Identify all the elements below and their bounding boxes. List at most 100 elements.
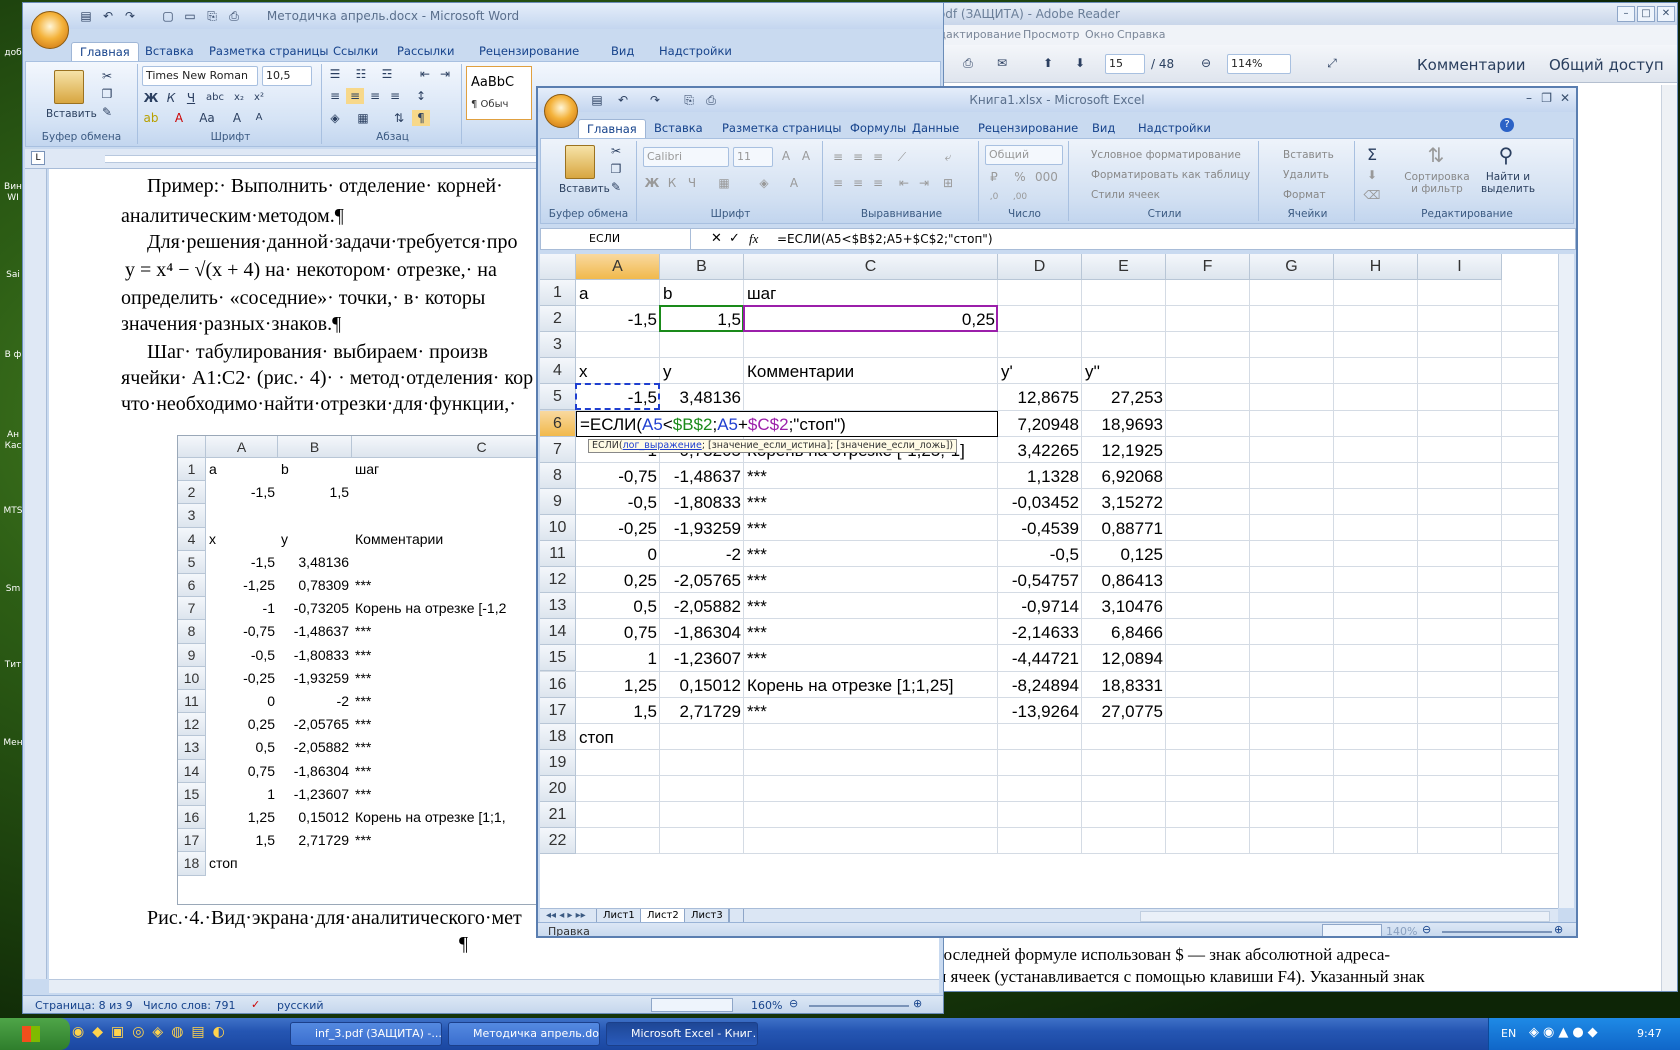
bold-icon[interactable]: Ж bbox=[643, 175, 661, 191]
worksheet-cell[interactable]: *** bbox=[747, 519, 995, 539]
worksheet-cell[interactable]: 2,71729 bbox=[663, 702, 741, 722]
worksheet-cell[interactable]: 0,75 bbox=[579, 623, 657, 643]
worksheet-cell[interactable]: *** bbox=[747, 597, 995, 617]
desktop-icon[interactable]: Ан Кас bbox=[2, 430, 24, 452]
copy-icon[interactable]: ❐ bbox=[98, 86, 116, 102]
print-icon[interactable]: ⎙ bbox=[959, 55, 977, 71]
view-buttons[interactable] bbox=[1322, 924, 1382, 936]
worksheet-cell[interactable]: 6,8466 bbox=[1085, 623, 1163, 643]
row-header[interactable]: 4 bbox=[540, 358, 576, 385]
zoom-slider[interactable] bbox=[1442, 931, 1552, 933]
row-header[interactable]: 19 bbox=[540, 749, 576, 776]
align-left-icon[interactable]: ≡ bbox=[326, 88, 344, 104]
worksheet-cell[interactable]: 27,253 bbox=[1085, 388, 1163, 408]
superscript-icon[interactable]: x² bbox=[250, 90, 268, 106]
paste-button[interactable]: Вставить bbox=[559, 183, 610, 195]
word-hscrollbar[interactable] bbox=[49, 979, 939, 993]
insert-cells-button[interactable]: Вставить bbox=[1283, 149, 1334, 161]
worksheet-cell[interactable]: 12,1925 bbox=[1085, 441, 1163, 461]
align-center-icon[interactable]: ≡ bbox=[849, 175, 867, 191]
row-header[interactable]: 5 bbox=[540, 384, 576, 411]
align-left-icon[interactable]: ≡ bbox=[829, 175, 847, 191]
cut-icon[interactable]: ✂ bbox=[98, 68, 116, 84]
font-size-select[interactable]: 11 bbox=[733, 147, 773, 167]
align-center-icon[interactable]: ≡ bbox=[346, 88, 364, 104]
font-name-select[interactable]: Times New Roman bbox=[142, 66, 258, 86]
word-titlebar[interactable]: ▤ ↶ ↷ ▢ ▭ ⎘ ⎙ Методичка апрель.docx - Mi… bbox=[23, 3, 943, 49]
cut-icon[interactable]: ✂ bbox=[607, 143, 625, 159]
taskbar-button[interactable]: Microsoft Excel - Книг... bbox=[606, 1022, 758, 1046]
format-as-table-button[interactable]: Форматировать как таблицу bbox=[1091, 169, 1250, 181]
prev-page-icon[interactable]: ⬆ bbox=[1039, 55, 1057, 71]
excel-tab[interactable]: Разметка страницы bbox=[714, 119, 849, 138]
worksheet-cell[interactable]: -1,86304 bbox=[663, 623, 741, 643]
word-tab[interactable]: Разметка страницы bbox=[201, 42, 336, 61]
excel-tab[interactable]: Главная bbox=[578, 119, 646, 138]
decrease-indent-icon[interactable]: ⇤ bbox=[895, 175, 913, 191]
number-format-select[interactable]: Общий bbox=[985, 145, 1063, 165]
font-color-icon[interactable]: A bbox=[785, 175, 803, 191]
worksheet-cell[interactable]: x bbox=[579, 362, 657, 382]
column-header[interactable]: G bbox=[1250, 254, 1334, 280]
column-header[interactable]: I bbox=[1418, 254, 1502, 280]
formula-input[interactable]: =ЕСЛИ(A5<$B$2;A5+$C$2;"стоп") bbox=[777, 232, 993, 246]
word-tab[interactable]: Рецензирование bbox=[471, 42, 587, 61]
paste-button[interactable]: Вставить bbox=[46, 108, 97, 120]
autosum-icon[interactable]: Σ bbox=[1363, 147, 1381, 163]
clock[interactable]: 9:47 bbox=[1637, 1027, 1662, 1040]
grow-font-icon[interactable]: A bbox=[228, 110, 246, 126]
format-painter-icon[interactable]: ✎ bbox=[98, 104, 116, 120]
format-cells-button[interactable]: Формат bbox=[1283, 189, 1326, 201]
row-header[interactable]: 10 bbox=[540, 514, 576, 541]
worksheet-cell[interactable]: -2,14633 bbox=[1001, 623, 1079, 643]
align-right-icon[interactable]: ≡ bbox=[869, 175, 887, 191]
borders-icon[interactable]: ▦ bbox=[354, 110, 372, 126]
worksheet-cell[interactable]: 27,0775 bbox=[1085, 702, 1163, 722]
increase-indent-icon[interactable]: ⇥ bbox=[436, 66, 454, 82]
row-header[interactable]: 7 bbox=[540, 436, 576, 463]
worksheet-cell[interactable]: 1,5 bbox=[579, 702, 657, 722]
font-name-select[interactable]: Calibri bbox=[643, 147, 729, 167]
worksheet-cell[interactable]: -8,24894 bbox=[1001, 676, 1079, 696]
comments-button[interactable]: Комментарии bbox=[1417, 56, 1525, 74]
row-header[interactable]: 8 bbox=[540, 462, 576, 489]
excel-horizontal-scrollbar[interactable] bbox=[1140, 911, 1550, 922]
worksheet-cell[interactable]: b bbox=[663, 284, 741, 304]
worksheet-cell[interactable]: 0,15012 bbox=[663, 676, 741, 696]
worksheet-cell[interactable]: -0,75 bbox=[579, 467, 657, 487]
worksheet-cell[interactable]: *** bbox=[747, 467, 995, 487]
word-count[interactable]: Число слов: 791 bbox=[143, 999, 236, 1012]
minimize-icon[interactable]: – bbox=[1617, 6, 1635, 22]
next-page-icon[interactable]: ⬇ bbox=[1071, 55, 1089, 71]
worksheet-cell[interactable]: 3,15272 bbox=[1085, 493, 1163, 513]
align-bottom-icon[interactable]: ≡ bbox=[869, 149, 887, 165]
cell-styles-button[interactable]: Стили ячеек bbox=[1091, 189, 1160, 201]
restore-icon[interactable]: ❐ bbox=[1541, 91, 1552, 105]
page-number-input[interactable]: 15 bbox=[1105, 54, 1145, 74]
language-indicator[interactable]: EN bbox=[1501, 1027, 1516, 1040]
sheet-nav-arrows[interactable]: ◂◂ ◂ ▸ ▸▸ bbox=[546, 910, 586, 921]
excel-tab[interactable]: Рецензирование bbox=[970, 119, 1086, 138]
tab-selector-icon[interactable]: L bbox=[31, 151, 45, 165]
worksheet-cell[interactable]: *** bbox=[747, 649, 995, 669]
sort-filter-button[interactable]: Сортировка и фильтр bbox=[1401, 171, 1473, 195]
worksheet-cell[interactable]: 0 bbox=[579, 545, 657, 565]
shrink-font-icon[interactable]: A bbox=[250, 110, 268, 126]
show-marks-icon[interactable]: ¶ bbox=[412, 110, 430, 126]
format-painter-icon[interactable]: ✎ bbox=[607, 179, 625, 195]
maximize-icon[interactable]: □ bbox=[1637, 6, 1655, 22]
zoom-in-icon[interactable]: ⊕ bbox=[913, 997, 922, 1010]
desktop-icon[interactable]: доб bbox=[2, 48, 24, 59]
line-spacing-icon[interactable]: ↕ bbox=[412, 88, 430, 104]
worksheet-cell[interactable]: Комментарии bbox=[747, 362, 995, 382]
worksheet-grid[interactable]: A B C D E F G H I 1 a b шаг 2 -1,5 1,5 0,25 3 4 x y Комментар… bbox=[540, 254, 1558, 908]
desktop-icon[interactable]: Sm bbox=[2, 584, 24, 595]
row-header[interactable]: 18 bbox=[540, 723, 576, 750]
worksheet-cell[interactable]: -1,93259 bbox=[663, 519, 741, 539]
excel-zoom-level[interactable]: 140% bbox=[1386, 925, 1417, 936]
worksheet-cell[interactable]: Корень на отрезке [1;1,25] bbox=[747, 676, 995, 696]
row-header[interactable]: 3 bbox=[540, 332, 576, 359]
name-box[interactable]: ЕСЛИ bbox=[541, 229, 691, 249]
comma-style-icon[interactable]: 000 bbox=[1035, 169, 1058, 185]
insert-function-icon[interactable]: fx bbox=[749, 231, 758, 247]
